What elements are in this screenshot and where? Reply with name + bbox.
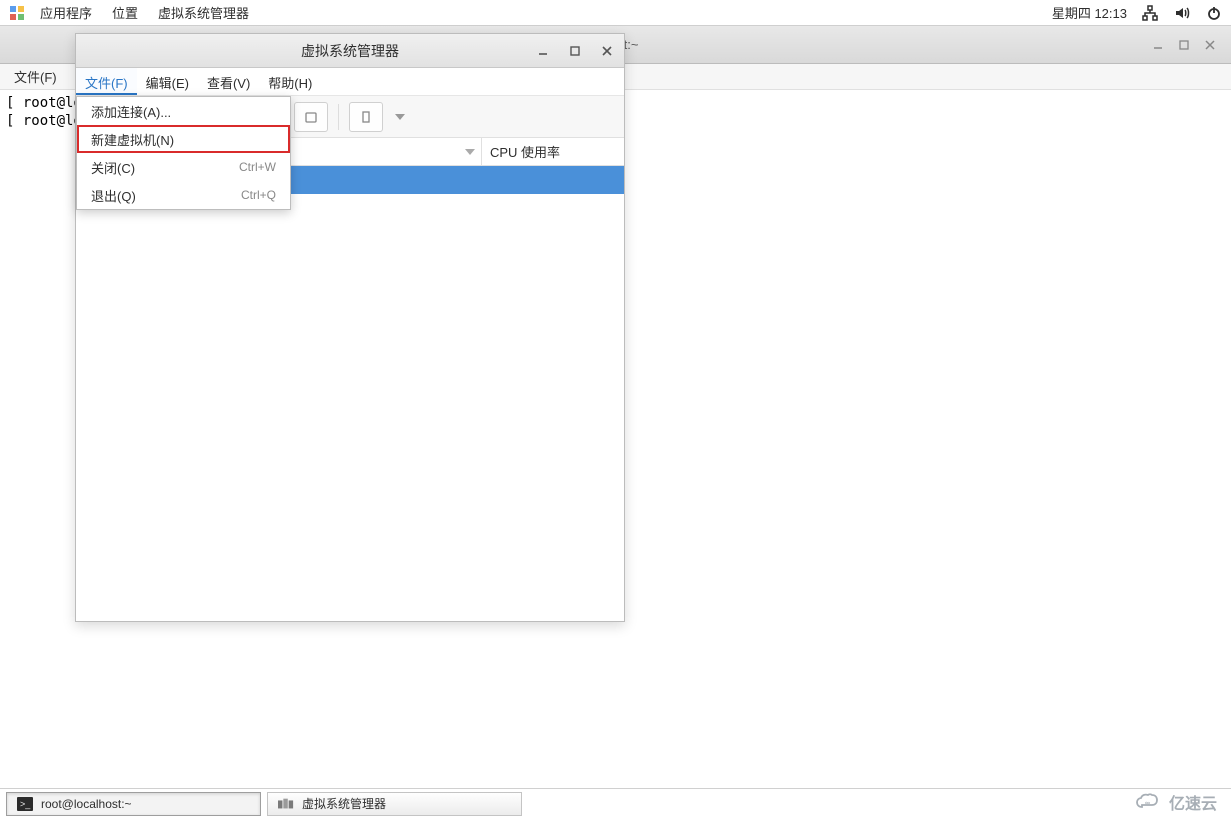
task-vm-manager[interactable]: 虚拟系统管理器: [267, 792, 522, 816]
terminal-menu-file[interactable]: 文件(F): [6, 64, 65, 89]
power-icon[interactable]: [1205, 4, 1223, 22]
terminal-close-icon[interactable]: [1203, 38, 1217, 52]
activities-icon[interactable]: [8, 4, 26, 22]
terminal-maximize-icon[interactable]: [1177, 38, 1191, 52]
menu-item-accel: Ctrl+Q: [241, 188, 276, 202]
toolbar-dropdown-icon[interactable]: [389, 114, 411, 120]
top-panel: 应用程序 位置 虚拟系统管理器 星期四 12:13: [0, 0, 1231, 26]
chevron-down-icon: [465, 149, 475, 155]
menu-item-label: 关闭(C): [91, 158, 135, 177]
vm-menubar: 文件(F) 编辑(E) 查看(V) 帮助(H): [76, 68, 624, 96]
toolbar-action-button[interactable]: [349, 102, 383, 132]
svg-text:∞: ∞: [1145, 800, 1150, 807]
toolbar-open-button[interactable]: [294, 102, 328, 132]
taskbar: >_ root@localhost:~ 虚拟系统管理器 ∞ 亿速云: [0, 788, 1231, 818]
menu-add-connection[interactable]: 添加连接(A)...: [77, 97, 290, 125]
vm-manager-icon: [278, 797, 294, 811]
task-label: root@localhost:~: [41, 797, 132, 811]
panel-applications[interactable]: 应用程序: [30, 0, 102, 25]
network-icon[interactable]: [1141, 4, 1159, 22]
vm-title: 虚拟系统管理器: [301, 41, 399, 61]
vm-close-icon[interactable]: [596, 40, 618, 62]
svg-text:>_: >_: [20, 799, 31, 809]
vm-minimize-icon[interactable]: [532, 40, 554, 62]
vm-maximize-icon[interactable]: [564, 40, 586, 62]
file-dropdown-menu: 添加连接(A)... 新建虚拟机(N) 关闭(C) Ctrl+W 退出(Q) C…: [76, 96, 291, 210]
panel-places[interactable]: 位置: [102, 0, 148, 25]
toolbar-separator: [338, 104, 339, 130]
menu-item-label: 添加连接(A)...: [91, 102, 171, 121]
watermark-text: 亿速云: [1169, 790, 1217, 814]
terminal-minimize-icon[interactable]: [1151, 38, 1165, 52]
panel-clock[interactable]: 星期四 12:13: [1048, 3, 1131, 22]
vm-menu-file[interactable]: 文件(F): [76, 68, 137, 95]
vm-window: 虚拟系统管理器 文件(F) 编辑(E) 查看(V) 帮助(H): [75, 33, 625, 622]
panel-vm-manager[interactable]: 虚拟系统管理器: [148, 0, 259, 25]
vm-menu-view[interactable]: 查看(V): [198, 68, 259, 95]
vm-menu-edit[interactable]: 编辑(E): [137, 68, 198, 95]
vm-titlebar[interactable]: 虚拟系统管理器: [76, 34, 624, 68]
menu-item-label: 新建虚拟机(N): [91, 130, 174, 149]
task-terminal[interactable]: >_ root@localhost:~: [6, 792, 261, 816]
terminal-icon: >_: [17, 797, 33, 811]
menu-quit[interactable]: 退出(Q) Ctrl+Q: [77, 181, 290, 209]
menu-item-accel: Ctrl+W: [239, 160, 276, 174]
menu-item-label: 退出(Q): [91, 186, 136, 205]
vm-menu-help[interactable]: 帮助(H): [259, 68, 321, 95]
watermark: ∞ 亿速云: [1135, 790, 1217, 814]
task-label: 虚拟系统管理器: [302, 795, 386, 812]
cloud-icon: ∞: [1135, 793, 1163, 811]
menu-shutdown[interactable]: 关闭(C) Ctrl+W: [77, 153, 290, 181]
column-cpu-usage[interactable]: CPU 使用率: [482, 138, 624, 165]
volume-icon[interactable]: [1173, 4, 1191, 22]
menu-new-vm[interactable]: 新建虚拟机(N): [77, 125, 290, 153]
